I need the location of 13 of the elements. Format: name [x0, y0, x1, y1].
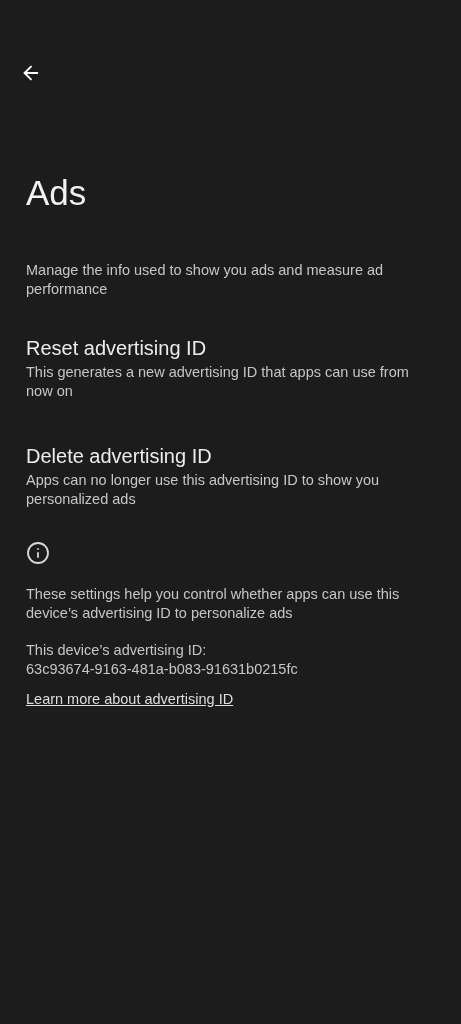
advertising-id-label: This device’s advertising ID:: [26, 641, 208, 660]
item-title: Reset advertising ID: [26, 336, 208, 361]
item-summary: Apps can no longer use this advertising ID to show you personalized ads: [26, 471, 381, 509]
footer-text: These settings help you control whether apps can use this device’s advertising ID to personalize ads: [26, 585, 401, 623]
learn-more-link[interactable]: Learn more about advertising ID: [26, 690, 234, 709]
page-title: Ads: [26, 172, 88, 214]
settings-item[interactable]: Reset advertising ID This generates a new advertising ID that apps can use from now on: [0, 323, 461, 413]
advertising-id-value: 63c93674-9163-481a-b083-91631b0215fc: [26, 660, 299, 679]
settings-item[interactable]: Delete advertising ID Apps can no longer use this advertising ID to show you personalized ads: [0, 431, 461, 521]
item-summary: This generates a new advertising ID that apps can use from now on: [26, 363, 410, 401]
info-icon: [26, 541, 50, 565]
page-description: Manage the info used to show you ads and measure ad performance: [26, 261, 385, 299]
item-title: Delete advertising ID: [26, 444, 213, 469]
